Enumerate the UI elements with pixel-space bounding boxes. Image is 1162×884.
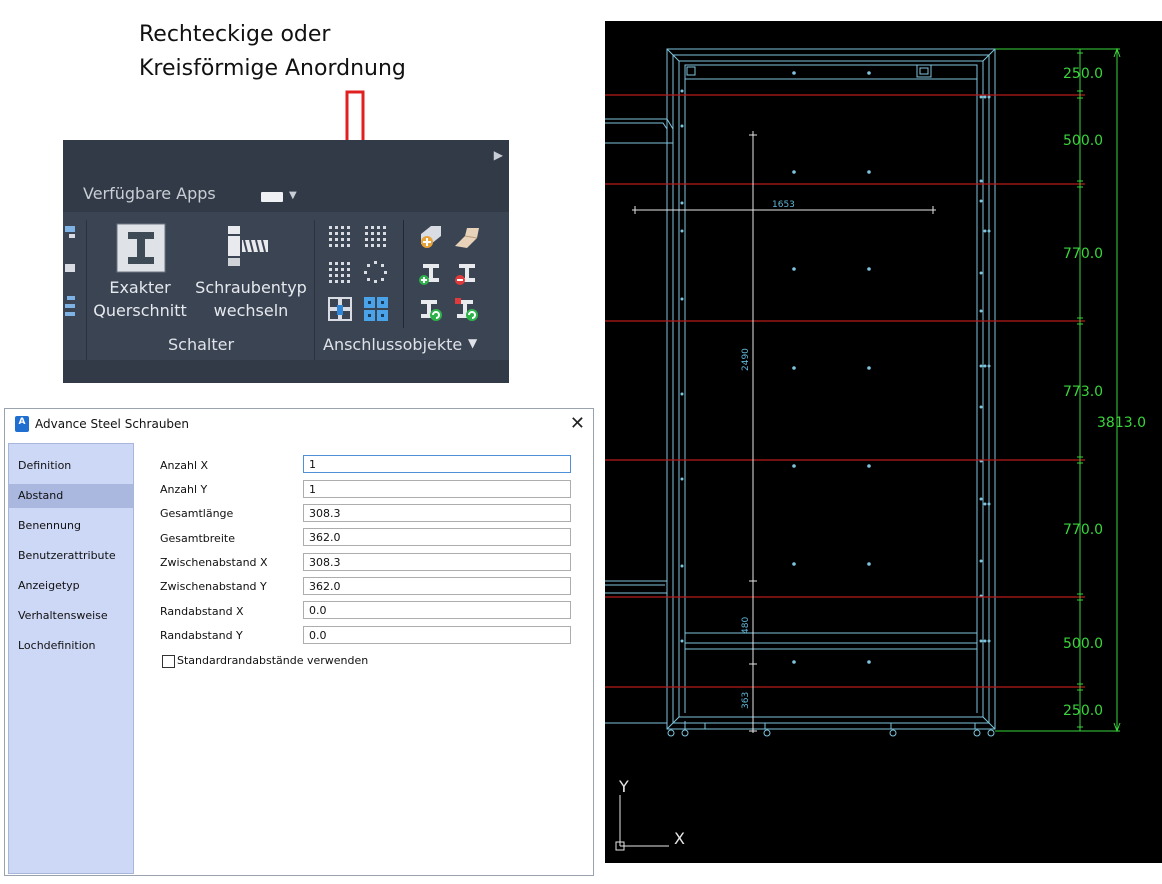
exact-section-label-1: Exakter	[109, 278, 171, 297]
right-dim-7: 250.0	[1063, 703, 1103, 719]
red-reference-lines	[605, 94, 1085, 688]
ucs-x-label: X	[674, 829, 685, 848]
interior-bolts	[792, 71, 871, 664]
anzahl-x-input[interactable]: 1	[303, 455, 571, 473]
sidebar-item-abstand[interactable]: Abstand	[9, 484, 133, 508]
anzahl-y-input[interactable]: 1	[303, 480, 571, 498]
right-dim-2: 500.0	[1063, 133, 1103, 149]
apps-dropdown-icon[interactable]: ▼	[289, 190, 297, 201]
i-beam-icon	[116, 223, 166, 273]
ribbon-bottom-strip	[63, 360, 509, 383]
group-label-schalter: Schalter	[168, 335, 235, 354]
side-bolts	[680, 89, 991, 643]
group-expand-icon[interactable]: ▼	[468, 336, 477, 350]
add-beam-icon[interactable]	[417, 260, 445, 286]
add-plate-icon[interactable]	[417, 224, 445, 250]
exact-section-label-2: Querschnitt	[93, 301, 187, 320]
dim-480-text: 480	[741, 617, 751, 634]
sidebar-item-lochdefinition[interactable]: Lochdefinition	[9, 634, 133, 658]
right-dim-4: 773.0	[1063, 384, 1103, 400]
app-logo-icon: A	[15, 416, 29, 432]
sidebar-item-benutzerattribute[interactable]: Benutzerattribute	[9, 544, 133, 568]
separator	[403, 220, 404, 328]
dialog-titlebar: A Advance Steel Schrauben ✕	[5, 409, 593, 441]
cad-viewport[interactable]: 1653 2490 480 363 250.0 500.0 770.0 773.…	[605, 21, 1162, 863]
rectangular-pattern-icon[interactable]	[327, 224, 353, 248]
width-dim-text: 1653	[772, 200, 795, 210]
field-label-zwischenabstand-y: Zwischenabstand Y	[160, 580, 267, 593]
right-dim-3: 770.0	[1063, 246, 1103, 262]
group-label-anschlussobjekte[interactable]: Anschlussobjekte	[323, 335, 462, 354]
field-label-gesamtbreite: Gesamtbreite	[160, 532, 235, 545]
randabstand-y-input[interactable]: 0.0	[303, 626, 571, 644]
close-icon[interactable]: ✕	[570, 413, 585, 434]
right-dim-6: 500.0	[1063, 636, 1103, 652]
dialog-title: Advance Steel Schrauben	[35, 417, 190, 431]
field-label-anzahl-y: Anzahl Y	[160, 483, 208, 496]
bent-plate-icon[interactable]	[453, 224, 481, 250]
separator	[314, 328, 315, 360]
ribbon-panel: ▶ Verfügbare Apps ▼ Exakter Querschnitt …	[63, 140, 509, 383]
update-beam-icon[interactable]	[417, 296, 445, 322]
default-edge-distance-checkbox[interactable]	[162, 655, 175, 668]
zwischenabstand-x-input[interactable]: 308.3	[303, 553, 571, 571]
dialog-sidebar: Definition Abstand Benennung Benutzeratt…	[8, 443, 134, 874]
zwischenabstand-y-input[interactable]: 362.0	[303, 577, 571, 595]
gesamtbreite-input[interactable]: 362.0	[303, 528, 571, 546]
annotation-text: Rechteckige oder Kreisförmige Anordnung	[139, 18, 406, 86]
total-dim-text: 3813.0	[1097, 415, 1146, 431]
field-label-gesamtlaenge: Gesamtlänge	[160, 507, 234, 520]
randabstand-x-input[interactable]: 0.0	[303, 601, 571, 619]
middle-pattern-icon[interactable]	[327, 260, 353, 284]
left-structure	[605, 118, 674, 594]
ucs-y-label: Y	[618, 777, 629, 796]
height-dim-text: 2490	[741, 348, 751, 371]
partial-tool-icon[interactable]	[63, 224, 77, 324]
bottom-bolts	[667, 729, 995, 737]
gesamtlaenge-input[interactable]: 308.3	[303, 504, 571, 522]
bolt-dialog: A Advance Steel Schrauben ✕ Definition A…	[4, 408, 594, 876]
field-label-randabstand-x: Randabstand X	[160, 605, 244, 618]
separator	[86, 328, 87, 360]
right-dim-5: 770.0	[1063, 522, 1103, 538]
field-label-anzahl-x: Anzahl X	[160, 459, 209, 472]
ucs-icon	[615, 795, 669, 851]
change-bolt-type-button[interactable]: Schraubentyp wechseln	[191, 220, 311, 332]
corner-pattern-icon[interactable]	[363, 224, 389, 248]
bolt-to-plate-icon[interactable]	[327, 296, 353, 322]
circular-pattern-icon[interactable]	[363, 260, 389, 284]
bolt-type-label-2: wechseln	[213, 301, 289, 320]
apps-badge-icon[interactable]	[261, 192, 283, 202]
default-edge-distance-label[interactable]: Standardrandabstände verwenden	[177, 654, 368, 667]
right-dim-1: 250.0	[1063, 66, 1103, 82]
annotation-line-2: Kreisförmige Anordnung	[139, 56, 406, 81]
field-label-zwischenabstand-x: Zwischenabstand X	[160, 556, 268, 569]
sidebar-item-verhaltensweise[interactable]: Verhaltensweise	[9, 604, 133, 628]
update-connection-icon[interactable]	[453, 296, 481, 322]
remove-beam-icon[interactable]	[453, 260, 481, 286]
panel-expand-icon[interactable]: ▶	[494, 148, 503, 162]
bolt-type-label-1: Schraubentyp	[195, 278, 307, 297]
annotation-line-1: Rechteckige oder	[139, 22, 331, 47]
sidebar-item-anzeigetyp[interactable]: Anzeigetyp	[9, 574, 133, 598]
exact-section-button[interactable]: Exakter Querschnitt	[91, 220, 189, 332]
sidebar-item-benennung[interactable]: Benennung	[9, 514, 133, 538]
field-label-randabstand-y: Randabstand Y	[160, 629, 243, 642]
sidebar-item-definition[interactable]: Definition	[9, 454, 133, 478]
dim-363-text: 363	[741, 692, 751, 709]
bolt-icon	[228, 226, 268, 266]
apps-label[interactable]: Verfügbare Apps	[83, 184, 216, 203]
frame	[605, 48, 996, 730]
split-pattern-icon[interactable]	[363, 296, 389, 322]
